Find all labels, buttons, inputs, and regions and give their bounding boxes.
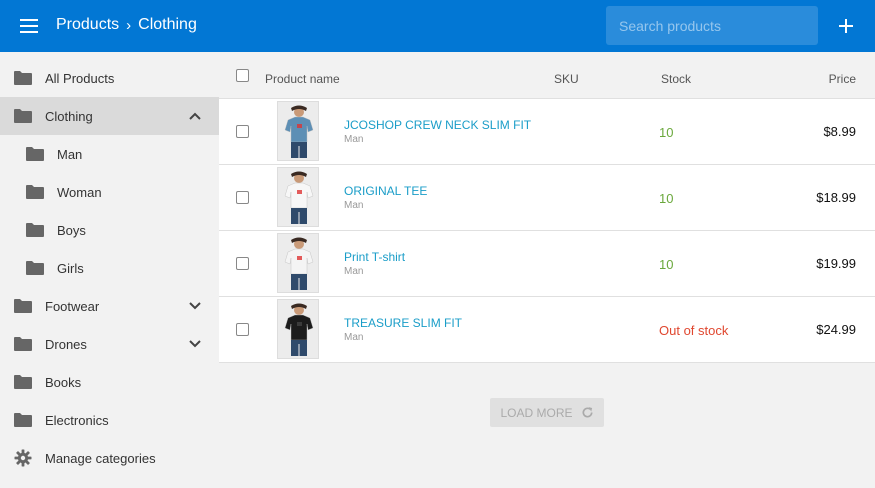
product-image (278, 168, 318, 226)
plus-icon (839, 19, 853, 33)
product-category: Man (344, 266, 364, 277)
product-thumbnail[interactable] (277, 101, 319, 161)
price-value: $19.99 (816, 256, 856, 271)
sidebar: All Products Clothing Man Woman Boys Girls Foo… (0, 52, 219, 488)
menu-button[interactable] (14, 14, 44, 38)
sidebar-item-manage-categories[interactable]: Manage categories (0, 439, 219, 477)
row-checkbox[interactable] (236, 191, 249, 204)
folder-icon (26, 223, 44, 237)
product-name-link[interactable]: ORIGINAL TEE (344, 184, 427, 198)
sidebar-item-girls[interactable]: Girls (0, 249, 219, 287)
sidebar-item-man[interactable]: Man (0, 135, 219, 173)
product-category: Man (344, 200, 364, 211)
sidebar-item-boys[interactable]: Boys (0, 211, 219, 249)
column-header-stock[interactable]: Stock (661, 72, 691, 86)
row-checkbox[interactable] (236, 257, 249, 270)
product-thumbnail[interactable] (277, 233, 319, 293)
column-header-sku[interactable]: SKU (554, 72, 579, 86)
sidebar-item-electronics[interactable]: Electronics (0, 401, 219, 439)
product-image (278, 300, 318, 358)
app-bar: Products › Clothing (0, 0, 875, 52)
select-all-checkbox[interactable] (236, 69, 249, 82)
sidebar-item-label: Drones (45, 336, 87, 352)
breadcrumb-current: Clothing (138, 16, 197, 33)
chevron-down-icon (189, 302, 201, 310)
table-row[interactable]: ORIGINAL TEE Man 10 $18.99 (219, 165, 875, 231)
column-header-price[interactable]: Price (829, 72, 856, 86)
table-row[interactable]: TREASURE SLIM FIT Man Out of stock $24.99 (219, 297, 875, 363)
sidebar-item-label: Electronics (45, 412, 109, 428)
sidebar-item-label: Clothing (45, 108, 93, 124)
folder-icon (14, 337, 32, 351)
sidebar-item-drones[interactable]: Drones (0, 325, 219, 363)
sidebar-item-woman[interactable]: Woman (0, 173, 219, 211)
sidebar-item-label: Girls (57, 260, 84, 276)
table-row[interactable]: Print T-shirt Man 10 $19.99 (219, 231, 875, 297)
chevron-up-icon (189, 112, 201, 120)
breadcrumb: Products › Clothing (56, 16, 197, 34)
folder-icon (14, 109, 32, 123)
folder-icon (14, 71, 32, 85)
column-header-name[interactable]: Product name (265, 72, 340, 86)
product-name-link[interactable]: TREASURE SLIM FIT (344, 316, 462, 330)
folder-icon (14, 413, 32, 427)
chevron-down-icon (189, 340, 201, 348)
sidebar-item-label: Man (57, 146, 83, 162)
product-category: Man (344, 332, 364, 343)
sidebar-item-label: Woman (57, 184, 102, 200)
table-row[interactable]: JCOSHOP CREW NECK SLIM FIT Man 10 $8.99 (219, 99, 875, 165)
table-body: JCOSHOP CREW NECK SLIM FIT Man 10 $8.99 ORIG… (219, 98, 875, 363)
sidebar-item-label: All Products (45, 70, 115, 86)
sidebar-item-footwear[interactable]: Footwear (0, 287, 219, 325)
sidebar-item-books[interactable]: Books (0, 363, 219, 401)
gear-icon (14, 449, 32, 467)
breadcrumb-root[interactable]: Products (56, 16, 119, 34)
folder-icon (26, 185, 44, 199)
folder-icon (14, 299, 32, 313)
table-header: Product name SKU Stock Price (219, 52, 875, 98)
sidebar-item-label: Footwear (45, 298, 100, 314)
product-image (278, 102, 318, 160)
sidebar-item-label: Boys (57, 222, 86, 238)
search-input[interactable] (606, 6, 818, 45)
folder-icon (26, 261, 44, 275)
sidebar-item-label: Books (45, 374, 82, 390)
stock-value: Out of stock (659, 323, 729, 338)
hamburger-icon (20, 19, 38, 33)
row-checkbox[interactable] (236, 323, 249, 336)
product-category: Man (344, 134, 364, 145)
breadcrumb-separator: › (126, 16, 132, 34)
load-more-button[interactable]: LOAD MORE (490, 398, 604, 427)
sidebar-item-all-products[interactable]: All Products (0, 59, 219, 97)
folder-icon (26, 147, 44, 161)
row-checkbox[interactable] (236, 125, 249, 138)
folder-icon (14, 375, 32, 389)
product-thumbnail[interactable] (277, 167, 319, 227)
price-value: $8.99 (823, 124, 856, 139)
add-product-button[interactable] (832, 12, 860, 40)
price-value: $24.99 (816, 322, 856, 337)
sidebar-item-label: Manage categories (45, 450, 156, 466)
stock-value: 10 (659, 257, 674, 272)
refresh-icon (582, 407, 593, 418)
product-name-link[interactable]: JCOSHOP CREW NECK SLIM FIT (344, 118, 531, 132)
product-image (278, 234, 318, 292)
product-name-link[interactable]: Print T-shirt (344, 250, 405, 264)
product-thumbnail[interactable] (277, 299, 319, 359)
load-more-label: LOAD MORE (500, 405, 573, 420)
stock-value: 10 (659, 191, 674, 206)
stock-value: 10 (659, 125, 674, 140)
sidebar-item-clothing[interactable]: Clothing (0, 97, 219, 135)
price-value: $18.99 (816, 190, 856, 205)
